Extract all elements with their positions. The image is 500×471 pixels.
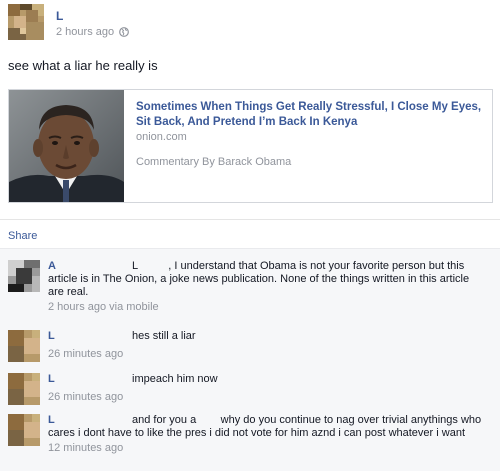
comment-avatar[interactable] [8, 414, 40, 446]
comments-section: AL , I understand that Obama is not your… [0, 248, 500, 471]
link-title[interactable]: Sometimes When Things Get Really Stressf… [136, 100, 486, 130]
share-link[interactable]: Share [8, 230, 37, 242]
comment-body: AL , I understand that Obama is not your… [48, 260, 488, 314]
link-caption: Commentary By Barack Obama [136, 156, 292, 168]
comment-text: hes still a liar [132, 330, 196, 342]
comment-timestamp[interactable]: 2 hours ago via mobile [48, 301, 488, 314]
comment-item: Limpeach him now 26 minutes ago [8, 373, 493, 407]
divider [0, 219, 500, 220]
post-text: see what a liar he really is [8, 58, 158, 73]
post-timestamp-text[interactable]: 2 hours ago [56, 26, 114, 38]
comment-item: Lhes still a liar 26 minutes ago [8, 330, 493, 364]
comment-timestamp[interactable]: 12 minutes ago [48, 442, 488, 455]
comment-avatar[interactable] [8, 260, 40, 292]
comment-timestamp[interactable]: 26 minutes ago [48, 348, 488, 361]
comment-item: AL , I understand that Obama is not your… [8, 260, 493, 320]
link-preview-card[interactable]: Sometimes When Things Get Really Stressf… [8, 89, 493, 203]
link-body: Sometimes When Things Get Really Stressf… [136, 100, 486, 168]
comment-body: Land for you a why do you continue to na… [48, 414, 488, 455]
comment-body: Limpeach him now 26 minutes ago [48, 373, 488, 404]
comment-author[interactable]: L [48, 330, 132, 343]
link-domain: onion.com [136, 131, 187, 143]
globe-icon[interactable] [119, 27, 130, 37]
comment-body: Lhes still a liar 26 minutes ago [48, 330, 488, 361]
link-thumbnail[interactable] [9, 90, 124, 202]
comment-avatar[interactable] [8, 373, 40, 405]
avatar[interactable] [8, 4, 44, 40]
post-author-name[interactable]: L [56, 9, 63, 23]
comment-text: impeach him now [132, 373, 218, 385]
comment-timestamp[interactable]: 26 minutes ago [48, 391, 488, 404]
comment-author[interactable]: L [48, 414, 132, 427]
comment-author[interactable]: L [48, 373, 132, 386]
comment-item: Land for you a why do you continue to na… [8, 414, 493, 471]
comment-avatar[interactable] [8, 330, 40, 362]
comment-author[interactable]: A [48, 260, 132, 273]
post-timestamp[interactable]: 2 hours ago [56, 26, 130, 38]
